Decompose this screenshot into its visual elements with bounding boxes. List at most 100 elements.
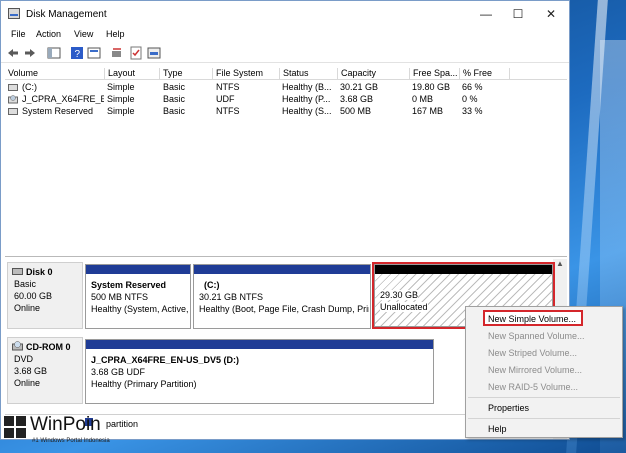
cdrom-0-label[interactable]: CD-ROM 0 DVD 3.68 GB Online bbox=[7, 337, 83, 404]
column-header-free-space[interactable]: Free Spa... bbox=[410, 68, 460, 80]
cdrom-type: DVD bbox=[14, 354, 34, 364]
partition-status: Healthy (Boot, Page File, Crash Dump, Pr… bbox=[199, 304, 369, 314]
cdrom-name: CD-ROM 0 bbox=[26, 342, 71, 352]
disk-size: 60.00 GB bbox=[14, 291, 53, 301]
column-header-status[interactable]: Status bbox=[280, 68, 338, 80]
dvd-drive-icon bbox=[8, 95, 18, 104]
volume-drive-icon bbox=[8, 108, 18, 115]
partition-dvd-d-drive[interactable]: J_CPRA_X64FRE_EN-US_DV5 (D:) 3.68 GB UDF… bbox=[85, 339, 434, 404]
connect-icon[interactable] bbox=[110, 46, 124, 60]
windows-logo-icon bbox=[4, 416, 26, 438]
volume-type: Basic bbox=[163, 94, 186, 104]
disk-view-icon[interactable] bbox=[147, 46, 161, 60]
disk-type: Basic bbox=[14, 279, 37, 289]
volume-name: J_CPRA_X64FRE_E... bbox=[22, 94, 104, 104]
title-bar[interactable]: Disk Management — ☐ ✕ bbox=[1, 1, 569, 27]
cdrom-icon bbox=[12, 341, 23, 351]
menu-item-new-mirrored-volume[interactable]: New Mirrored Volume... bbox=[488, 365, 582, 375]
volume-file-system: NTFS bbox=[216, 82, 240, 92]
disk-icon bbox=[12, 268, 23, 275]
table-row[interactable]: J_CPRA_X64FRE_E... Simple Basic UDF Heal… bbox=[5, 94, 567, 106]
checklist-icon[interactable] bbox=[129, 46, 143, 60]
winpoin-watermark: WinPoin #1 Windows Portal Indonesia bbox=[0, 410, 160, 453]
volume-name: (C:) bbox=[22, 82, 37, 92]
back-arrow-icon[interactable] bbox=[6, 46, 20, 60]
table-row[interactable]: System Reserved Simple Basic NTFS Health… bbox=[5, 106, 567, 118]
menu-item-new-simple-volume[interactable]: New Simple Volume... bbox=[488, 314, 576, 324]
partition-detail: 500 MB NTFS bbox=[91, 292, 149, 302]
partition-detail: 3.68 GB UDF bbox=[91, 367, 146, 377]
svg-text:?: ? bbox=[75, 49, 81, 60]
disk-management-icon bbox=[8, 8, 20, 19]
column-header-layout[interactable]: Layout bbox=[105, 68, 160, 80]
table-row[interactable]: (C:) Simple Basic NTFS Healthy (B... 30.… bbox=[5, 82, 567, 94]
volume-free-space: 19.80 GB bbox=[412, 82, 451, 92]
column-header-type[interactable]: Type bbox=[160, 68, 213, 80]
volume-capacity: 3.68 GB bbox=[340, 94, 374, 104]
volume-file-system: UDF bbox=[216, 94, 235, 104]
menu-separator bbox=[468, 397, 620, 398]
menu-view[interactable]: View bbox=[74, 29, 93, 39]
menu-file[interactable]: File bbox=[11, 29, 26, 39]
maximize-button[interactable]: ☐ bbox=[502, 1, 534, 27]
menu-item-help[interactable]: Help bbox=[488, 424, 507, 434]
volume-status: Healthy (B... bbox=[282, 82, 332, 92]
watermark-tagline: #1 Windows Portal Indonesia bbox=[32, 438, 110, 444]
cdrom-size: 3.68 GB bbox=[14, 366, 48, 376]
partition-status: Healthy (System, Active, bbox=[91, 304, 189, 314]
volume-free-space: 167 MB bbox=[412, 106, 444, 116]
volume-file-system: NTFS bbox=[216, 106, 240, 116]
help-icon[interactable]: ? bbox=[70, 46, 84, 60]
volume-layout: Simple bbox=[107, 106, 135, 116]
forward-arrow-icon[interactable] bbox=[23, 46, 37, 60]
volume-percent-free: 0 % bbox=[462, 94, 478, 104]
column-header-file-system[interactable]: File System bbox=[213, 68, 280, 80]
toolbar: ? bbox=[1, 43, 569, 63]
context-menu: New Simple Volume... New Spanned Volume.… bbox=[465, 306, 623, 438]
disk-status: Online bbox=[14, 303, 41, 313]
column-header-capacity[interactable]: Capacity bbox=[338, 68, 410, 80]
volume-layout: Simple bbox=[107, 82, 135, 92]
partition-status: Healthy (Primary Partition) bbox=[91, 379, 197, 389]
partition-name: (C:) bbox=[204, 280, 220, 290]
column-header-percent-free[interactable]: % Free bbox=[460, 68, 510, 80]
minimize-button[interactable]: — bbox=[470, 1, 502, 27]
volume-name: System Reserved bbox=[22, 106, 94, 116]
menu-separator bbox=[468, 418, 620, 419]
window-title: Disk Management bbox=[26, 9, 107, 20]
partition-system-reserved[interactable]: System Reserved 500 MB NTFS Healthy (Sys… bbox=[85, 264, 191, 329]
menu-bar: File Action View Help bbox=[1, 27, 569, 43]
menu-action[interactable]: Action bbox=[36, 29, 61, 39]
close-button[interactable]: ✕ bbox=[535, 1, 567, 27]
volume-list-header: Volume Layout Type File System Status Ca… bbox=[5, 66, 567, 80]
volume-type: Basic bbox=[163, 106, 186, 116]
menu-item-new-spanned-volume[interactable]: New Spanned Volume... bbox=[488, 331, 585, 341]
watermark-brand: WinPoin bbox=[30, 414, 101, 435]
menu-help[interactable]: Help bbox=[106, 29, 125, 39]
menu-item-new-striped-volume[interactable]: New Striped Volume... bbox=[488, 348, 577, 358]
volume-status: Healthy (P... bbox=[282, 94, 331, 104]
disk-name: Disk 0 bbox=[26, 267, 53, 277]
volume-free-space: 0 MB bbox=[412, 94, 434, 104]
scroll-up-icon[interactable]: ▲ bbox=[556, 259, 564, 268]
cdrom-status: Online bbox=[14, 378, 41, 388]
volume-status: Healthy (S... bbox=[282, 106, 332, 116]
disk-0-label[interactable]: Disk 0 Basic 60.00 GB Online bbox=[7, 262, 83, 329]
partition-bar bbox=[86, 265, 190, 274]
menu-item-new-raid5-volume[interactable]: New RAID-5 Volume... bbox=[488, 382, 578, 392]
partition-name: J_CPRA_X64FRE_EN-US_DV5 (D:) bbox=[91, 355, 240, 365]
partition-bar bbox=[194, 265, 370, 274]
partition-c-drive[interactable]: (C:) 30.21 GB NTFS Healthy (Boot, Page F… bbox=[193, 264, 371, 329]
volume-percent-free: 33 % bbox=[462, 106, 483, 116]
partition-bar bbox=[86, 340, 433, 349]
properties-icon[interactable] bbox=[87, 46, 101, 60]
menu-item-properties[interactable]: Properties bbox=[488, 403, 529, 413]
volume-layout: Simple bbox=[107, 94, 135, 104]
volume-percent-free: 66 % bbox=[462, 82, 483, 92]
partition-detail: 30.21 GB NTFS bbox=[199, 292, 264, 302]
console-tree-icon[interactable] bbox=[47, 46, 61, 60]
volume-drive-icon bbox=[8, 84, 18, 91]
volume-type: Basic bbox=[163, 82, 186, 92]
column-header-volume[interactable]: Volume bbox=[5, 68, 105, 80]
volume-capacity: 30.21 GB bbox=[340, 82, 379, 92]
